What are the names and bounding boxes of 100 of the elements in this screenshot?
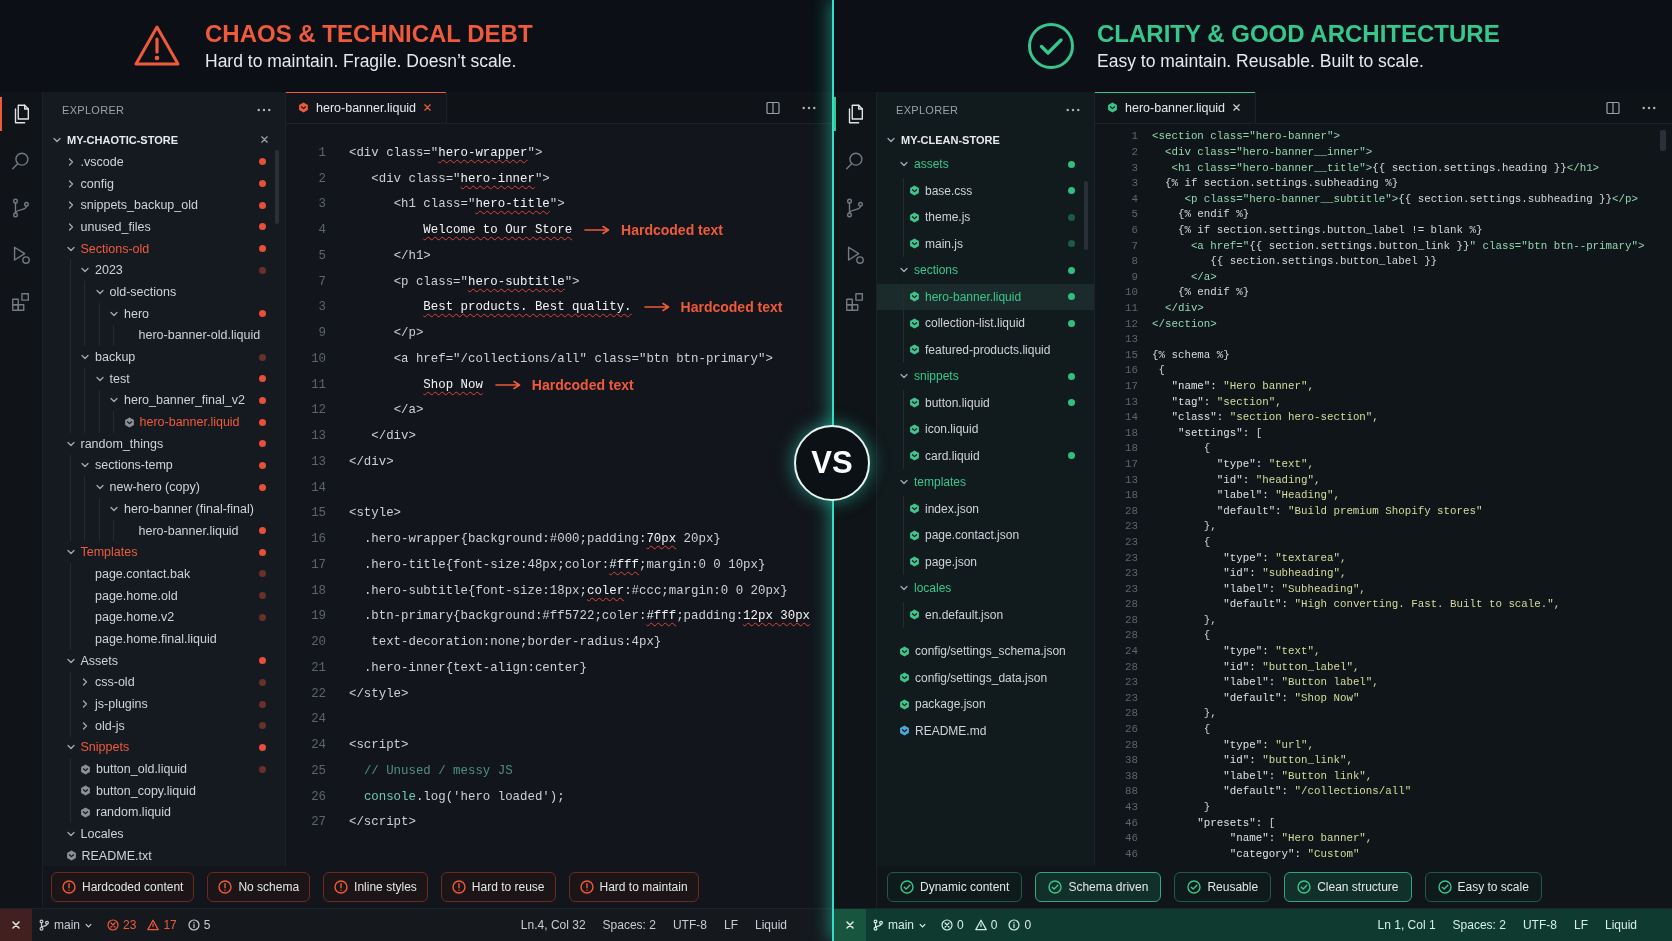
branch-button[interactable]: main xyxy=(872,918,927,932)
file-item[interactable]: page.contact.json xyxy=(877,522,1094,549)
folder-item[interactable]: js-plugins xyxy=(43,693,285,715)
split-editor-icon[interactable] xyxy=(766,100,780,115)
folder-item[interactable]: sections xyxy=(877,257,1094,284)
split-editor-icon[interactable] xyxy=(1606,100,1620,115)
file-item[interactable]: page.contact.bak xyxy=(43,563,285,585)
branch-icon[interactable] xyxy=(10,197,32,219)
file-item[interactable]: hero-banner.liquid xyxy=(877,283,1094,310)
indentation-setting[interactable]: Spaces: 2 xyxy=(602,918,656,932)
warning-count[interactable]: 0 xyxy=(990,918,998,932)
warning-count[interactable]: 17 xyxy=(163,918,177,932)
folder-item[interactable]: hero xyxy=(43,302,285,325)
file-item[interactable]: page.home.final.liquid xyxy=(43,628,285,650)
info-count[interactable]: 5 xyxy=(203,918,211,932)
close-icon[interactable] xyxy=(423,103,433,112)
file-item[interactable]: icon.liquid xyxy=(877,416,1094,443)
close-icon[interactable] xyxy=(260,135,269,144)
error-count[interactable]: 23 xyxy=(123,918,137,932)
blocks-icon[interactable] xyxy=(10,291,32,313)
folder-item[interactable]: css-old xyxy=(43,671,285,694)
more-icon[interactable] xyxy=(1066,108,1080,112)
file-item[interactable]: button.liquid xyxy=(877,389,1094,416)
folder-item[interactable]: new-hero (copy) xyxy=(43,476,285,498)
file-item[interactable]: page.json xyxy=(877,548,1094,575)
file-item[interactable]: README.txt xyxy=(43,845,285,866)
chevron-icon[interactable] xyxy=(80,720,90,731)
folder-item[interactable]: Snippets xyxy=(43,736,285,759)
folder-item[interactable]: locales xyxy=(877,575,1094,602)
file-item[interactable]: featured-products.liquid xyxy=(877,336,1094,363)
editor-tab[interactable]: hero-banner.liquid xyxy=(1095,92,1257,123)
indentation-setting[interactable]: Spaces: 2 xyxy=(1452,918,1506,932)
file-item[interactable]: button_old.liquid xyxy=(43,758,285,780)
project-header[interactable]: MY-CHAOTIC-STORE xyxy=(43,128,285,151)
info-count[interactable]: 0 xyxy=(1024,918,1032,932)
folder-item[interactable]: snippets xyxy=(877,363,1094,390)
folder-item[interactable]: hero_banner_final_v2 xyxy=(43,389,285,412)
file-item[interactable]: main.js xyxy=(877,230,1094,257)
language-mode[interactable]: Liquid xyxy=(1604,918,1637,932)
close-button[interactable] xyxy=(0,909,32,941)
file-item[interactable]: README.md xyxy=(877,717,1094,744)
close-button[interactable] xyxy=(834,909,866,941)
folder-item[interactable]: Assets xyxy=(43,649,285,672)
file-item[interactable]: collection-list.liquid xyxy=(877,310,1094,337)
file-item[interactable]: hero-banner.liquid xyxy=(43,411,285,433)
more-icon[interactable] xyxy=(802,105,816,110)
project-header[interactable]: MY-CLEAN-STORE xyxy=(877,128,1094,151)
folder-item[interactable]: hero-banner (final-final) xyxy=(43,498,285,520)
folder-item[interactable]: config xyxy=(43,172,285,195)
folder-item[interactable]: 2023 xyxy=(43,259,285,282)
file-item[interactable]: base.css xyxy=(877,177,1094,204)
line-ending-setting[interactable]: LF xyxy=(1573,918,1588,932)
error-count[interactable]: 0 xyxy=(957,918,964,932)
branch-button[interactable]: main xyxy=(38,918,93,932)
file-item[interactable]: theme.js xyxy=(877,204,1094,231)
file-item[interactable]: button_copy.liquid xyxy=(43,779,285,802)
cursor-position[interactable]: Ln.4, Col 32 xyxy=(520,918,586,932)
folder-item[interactable]: backup xyxy=(43,346,285,368)
file-item[interactable]: hero-banner.liquid xyxy=(43,519,285,542)
file-item[interactable]: index.json xyxy=(877,495,1094,522)
folder-item[interactable]: unused_files xyxy=(43,216,285,238)
alert-circle-icon xyxy=(62,880,76,894)
code-line: }, xyxy=(1203,613,1217,626)
file-item[interactable]: card.liquid xyxy=(877,442,1094,469)
file-item[interactable]: page.home.v2 xyxy=(43,606,285,629)
folder-item[interactable]: sections-temp xyxy=(43,454,285,477)
scrollbar-thumb[interactable] xyxy=(1660,130,1666,151)
folder-item[interactable]: test xyxy=(43,367,285,390)
chevron-icon[interactable] xyxy=(80,677,90,688)
cursor-position[interactable]: Ln 1, Col 1 xyxy=(1377,918,1436,932)
folder-item[interactable]: old-sections xyxy=(43,281,285,303)
file-item[interactable]: random.liquid xyxy=(43,801,285,824)
folder-item[interactable]: snippets_backup_old xyxy=(43,194,285,217)
line-ending-setting[interactable]: LF xyxy=(723,918,738,932)
line-number: 23 xyxy=(1124,567,1138,580)
branch-icon[interactable] xyxy=(844,197,866,219)
folder-item[interactable]: random_things xyxy=(43,432,285,455)
file-item[interactable]: page.home.old xyxy=(43,584,285,607)
encoding-setting[interactable]: UTF-8 xyxy=(1522,918,1557,932)
file-item[interactable]: package.json xyxy=(877,691,1094,718)
file-item[interactable]: en.default.json xyxy=(877,601,1094,628)
folder-item[interactable]: Sections-old xyxy=(43,237,285,260)
file-item[interactable]: config/settings_data.json xyxy=(877,664,1094,691)
close-icon[interactable] xyxy=(1232,103,1242,112)
folder-item[interactable]: Templates xyxy=(43,541,285,564)
folder-item[interactable]: assets xyxy=(877,151,1094,178)
encoding-setting[interactable]: UTF-8 xyxy=(672,918,707,932)
folder-item[interactable]: .vscode xyxy=(43,151,285,173)
more-icon[interactable] xyxy=(1642,105,1656,110)
file-item[interactable]: hero-banner-old.liquid xyxy=(43,324,285,347)
folder-item[interactable]: old-js xyxy=(43,714,285,737)
blocks-icon[interactable] xyxy=(844,291,866,313)
folder-item[interactable]: Locales xyxy=(43,823,285,845)
line-number: 8 xyxy=(1130,255,1138,268)
language-mode[interactable]: Liquid xyxy=(754,918,787,932)
chevron-icon[interactable] xyxy=(80,699,90,710)
file-item[interactable]: config/settings_schema.json xyxy=(877,638,1094,665)
folder-item[interactable]: templates xyxy=(877,469,1094,496)
more-icon[interactable] xyxy=(257,108,271,112)
editor-tab[interactable]: hero-banner.liquid xyxy=(286,92,448,123)
